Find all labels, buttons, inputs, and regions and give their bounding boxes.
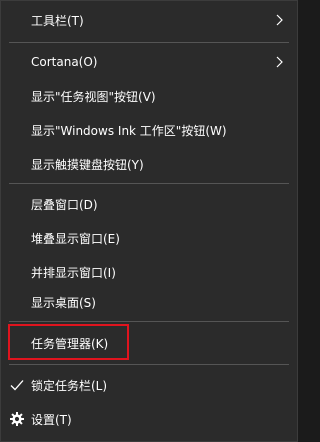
menu-item-task-view[interactable]: 显示"任务视图"按钮(V): [1, 79, 297, 113]
menu-item-windows-ink[interactable]: 显示"Windows Ink 工作区"按钮(W): [1, 113, 297, 147]
menu-item-label: 显示触摸键盘按钮(Y): [31, 157, 144, 172]
menu-item-side-by-side-windows[interactable]: 并排显示窗口(I): [1, 255, 297, 289]
menu-item-label: 层叠窗口(D): [31, 197, 98, 212]
menu-item-touch-keyboard[interactable]: 显示触摸键盘按钮(Y): [1, 147, 297, 181]
menu-separator: [9, 183, 289, 184]
menu-item-label: 设置(T): [31, 412, 72, 427]
menu-item-label: 显示桌面(S): [31, 295, 96, 310]
menu-separator: [9, 321, 289, 322]
menu-item-cascade-windows[interactable]: 层叠窗口(D): [1, 187, 297, 221]
checkmark-icon: [10, 380, 24, 391]
menu-separator: [9, 364, 289, 365]
menu-item-label: 显示"Windows Ink 工作区"按钮(W): [31, 123, 227, 138]
menu-item-stacked-windows[interactable]: 堆叠显示窗口(E): [1, 221, 297, 255]
menu-item-label: 锁定任务栏(L): [31, 378, 108, 393]
taskbar-context-menu: 工具栏(T) Cortana(O) 显示"任务视图"按钮(V) 显示"Windo…: [0, 0, 298, 442]
menu-item-label: 堆叠显示窗口(E): [31, 231, 120, 246]
task-manager-highlight-box: [8, 324, 129, 360]
chevron-right-icon: [276, 14, 283, 26]
menu-item-label: 工具栏(T): [31, 13, 84, 28]
menu-item-label: 显示"任务视图"按钮(V): [31, 89, 156, 104]
menu-item-toolbars[interactable]: 工具栏(T): [1, 3, 297, 37]
menu-item-label: Cortana(O): [31, 55, 98, 69]
menu-item-lock-taskbar[interactable]: 锁定任务栏(L): [1, 368, 297, 402]
menu-item-show-desktop[interactable]: 显示桌面(S): [1, 285, 297, 319]
menu-separator: [9, 42, 289, 43]
menu-item-settings[interactable]: 设置(T): [1, 402, 297, 436]
chevron-right-icon: [276, 56, 283, 68]
menu-item-cortana[interactable]: Cortana(O): [1, 45, 297, 79]
gear-icon: [10, 412, 24, 426]
menu-item-label: 并排显示窗口(I): [31, 265, 116, 280]
